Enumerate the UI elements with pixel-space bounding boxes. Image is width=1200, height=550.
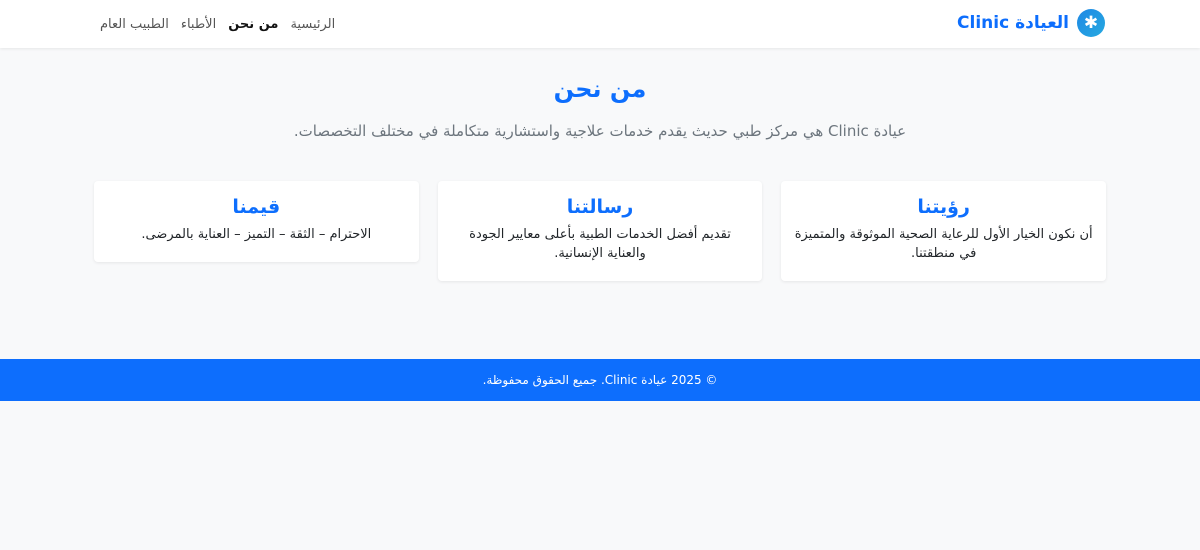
card-title: قيمنا — [232, 196, 281, 218]
about-cards: رؤيتنا أن نكون الخيار الأول للرعاية الصح… — [93, 181, 1106, 281]
about-hero: من نحن عيادة Clinic هي مركز طبي حديث يقد… — [0, 48, 1200, 142]
card-text: تقديم أفضل الخدمات الطبية بأعلى معايير ا… — [469, 227, 731, 261]
card-values: قيمنا الاحترام – الثقة – التميز – العناي… — [93, 181, 419, 262]
star-medical-icon: ✱ — [1077, 9, 1105, 37]
card-text: أن نكون الخيار الأول للرعاية الصحية المو… — [794, 227, 1093, 261]
navbar: ✱ العيادة Clinic الرئيسية من نحن الأطباء… — [0, 0, 1200, 48]
card-title: رسالتنا — [566, 196, 634, 218]
page-title: من نحن — [553, 75, 647, 103]
brand-link[interactable]: ✱ العيادة Clinic — [957, 9, 1105, 37]
card-text: الاحترام – الثقة – التميز – العناية بالم… — [141, 227, 372, 242]
nav-link-home[interactable]: الرئيسية — [290, 17, 335, 32]
card-title: رؤيتنا — [917, 196, 970, 218]
footer: © 2025 عيادة Clinic. جميع الحقوق محفوظة. — [0, 359, 1200, 401]
nav-link-doctors[interactable]: الأطباء — [181, 17, 216, 32]
card-mission: رسالتنا تقديم أفضل الخدمات الطبية بأعلى … — [437, 181, 763, 281]
copyright-text: © 2025 عيادة Clinic. جميع الحقوق محفوظة. — [482, 373, 718, 387]
nav-menu: الرئيسية من نحن الأطباء الطبيب العام — [100, 0, 335, 48]
card-vision: رؤيتنا أن نكون الخيار الأول للرعاية الصح… — [781, 181, 1106, 281]
nav-link-about[interactable]: من نحن — [228, 17, 278, 32]
brand-name: العيادة Clinic — [957, 13, 1069, 33]
nav-link-general-doctor[interactable]: الطبيب العام — [100, 17, 169, 32]
page-intro: عيادة Clinic هي مركز طبي حديث يقدم خدمات… — [293, 122, 907, 140]
